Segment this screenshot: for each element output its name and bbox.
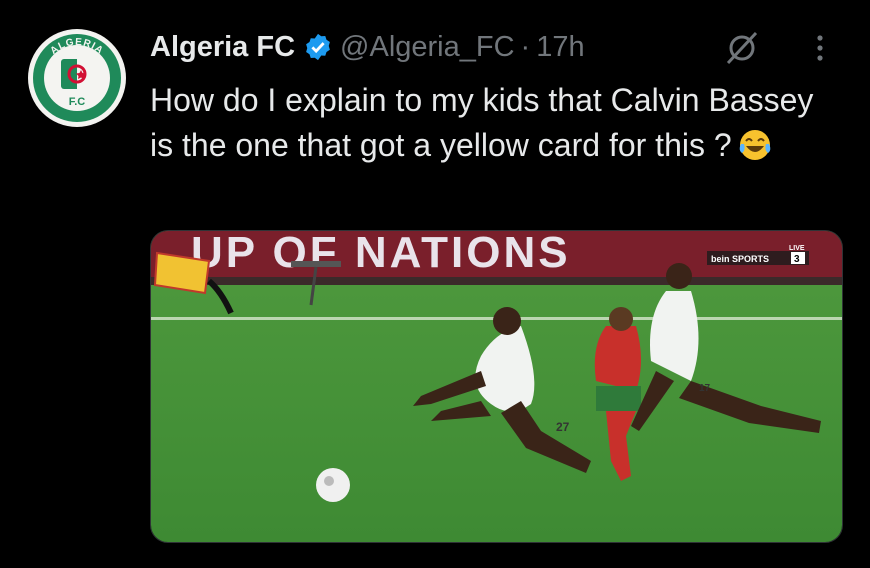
algeria-fc-logo-icon: ALGERIA F.C bbox=[30, 31, 124, 125]
more-options-icon[interactable] bbox=[806, 30, 834, 66]
broadcaster-logo: bein SPORTS bbox=[711, 254, 769, 264]
channel-number: 3 bbox=[794, 254, 800, 265]
player-number-2: 17 bbox=[699, 383, 711, 394]
banner-text: UP OF NATIONS bbox=[191, 231, 571, 277]
football bbox=[316, 468, 350, 502]
tweet-media[interactable]: UP OF NATIONS bein SPORTS 3 LIVE 27 17 bbox=[150, 230, 843, 543]
avatar[interactable]: ALGERIA F.C bbox=[28, 29, 126, 127]
player-number-1: 27 bbox=[556, 420, 570, 434]
author-handle[interactable]: @Algeria_FC bbox=[340, 31, 515, 64]
verified-badge-icon[interactable] bbox=[303, 32, 333, 62]
tweet-text-content: How do I explain to my kids that Calvin … bbox=[150, 82, 814, 163]
face-with-tears-of-joy-icon bbox=[738, 128, 772, 162]
live-label: LIVE bbox=[789, 245, 805, 252]
tweet-text: How do I explain to my kids that Calvin … bbox=[150, 78, 830, 168]
separator: · bbox=[520, 30, 531, 63]
grok-icon[interactable] bbox=[720, 30, 764, 66]
logo-sub: F.C bbox=[69, 96, 86, 108]
author-name[interactable]: Algeria FC bbox=[150, 31, 295, 64]
timestamp[interactable]: 17h bbox=[536, 31, 584, 64]
